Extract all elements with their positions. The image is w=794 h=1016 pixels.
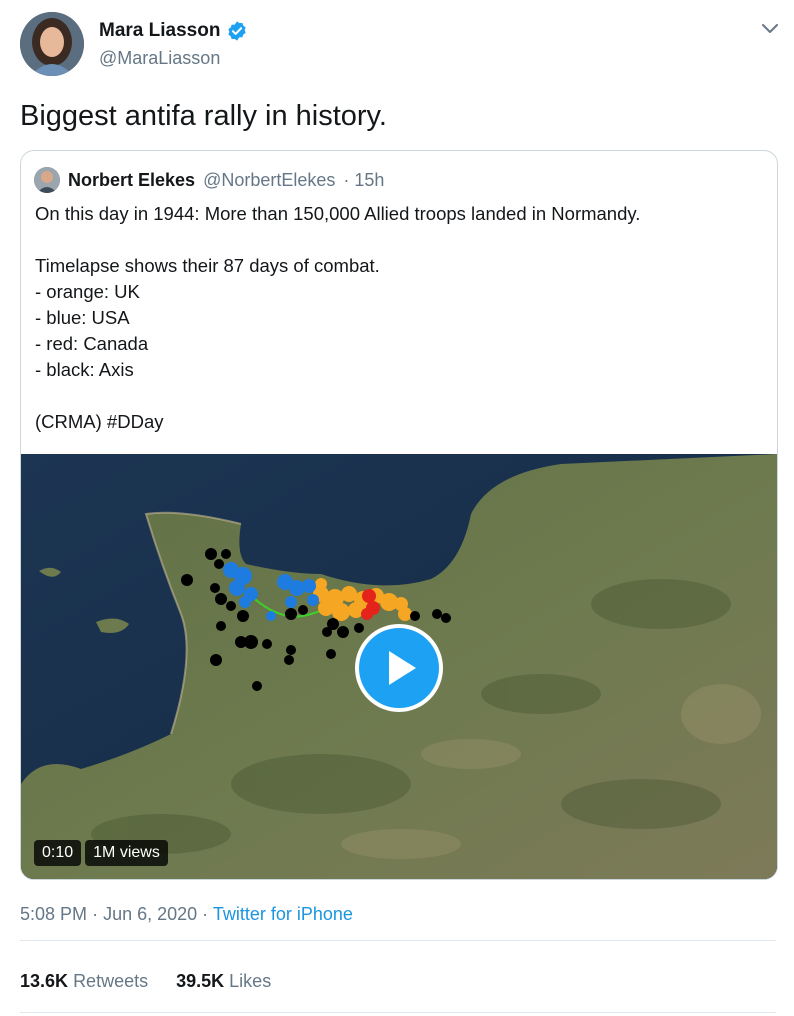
author-name[interactable]: Mara Liasson: [99, 20, 220, 42]
tweet-meta: 5:08 PM · Jun 6, 2020 · Twitter for iPho…: [20, 904, 353, 925]
quoted-tweet-text: On this day in 1944: More than 150,000 A…: [35, 201, 765, 435]
tweet-source-link[interactable]: Twitter for iPhone: [213, 904, 353, 924]
video-duration: 0:10: [34, 840, 82, 866]
quoted-text-line: Timelapse shows their 87 days of combat.: [35, 255, 380, 276]
quoted-text-line: - black: Axis: [35, 359, 134, 380]
author-avatar[interactable]: [20, 12, 84, 76]
author-handle[interactable]: @MaraLiasson: [99, 48, 220, 69]
quoted-author-handle[interactable]: @NorbertElekes: [203, 170, 335, 191]
quoted-tweet[interactable]: Norbert Elekes @NorbertElekes · 15h On t…: [20, 150, 778, 880]
retweets-count: 13.6K: [20, 971, 69, 991]
quoted-text-line: [35, 383, 765, 409]
play-icon: [389, 651, 416, 685]
tweet-time[interactable]: 5:08 PM: [20, 904, 87, 924]
quoted-author-avatar[interactable]: [34, 167, 60, 193]
likes-label: Likes: [229, 971, 272, 991]
tweet-header: Mara Liasson @MaraLiasson: [20, 12, 780, 78]
video-views: 1M views: [85, 840, 168, 866]
video-info: 0:10 1M views: [34, 840, 168, 866]
meta-separator: ·: [202, 904, 209, 924]
quoted-author-name[interactable]: Norbert Elekes: [68, 170, 195, 191]
quoted-tweet-age[interactable]: · 15h: [343, 170, 384, 191]
play-button[interactable]: [355, 624, 443, 712]
quoted-text-line: [35, 227, 765, 253]
quoted-text-line: On this day in 1944: More than 150,000 A…: [35, 203, 641, 224]
divider: [20, 940, 776, 941]
divider: [20, 1012, 776, 1013]
meta-separator: ·: [92, 904, 99, 924]
chevron-down-icon[interactable]: [760, 18, 780, 38]
author-name-row[interactable]: Mara Liasson: [99, 20, 248, 42]
retweets-stat[interactable]: 13.6K Retweets: [20, 971, 148, 992]
tweet-date[interactable]: Jun 6, 2020: [103, 904, 197, 924]
retweets-label: Retweets: [73, 971, 149, 991]
verified-badge-icon: [228, 21, 247, 41]
tweet-stats: 13.6K Retweets 39.5K Likes: [20, 971, 271, 992]
quoted-text-line: - red: Canada: [35, 333, 149, 354]
quoted-text-line: - orange: UK: [35, 281, 140, 302]
quoted-tweet-header: Norbert Elekes @NorbertElekes · 15h: [34, 167, 384, 193]
tweet-text: Biggest antifa rally in history.: [20, 100, 387, 132]
video-player[interactable]: 0:10 1M views: [21, 454, 777, 879]
quoted-text-line: (CRMA) #DDay: [35, 411, 164, 432]
quoted-text-line: - blue: USA: [35, 307, 130, 328]
likes-count: 39.5K: [176, 971, 225, 991]
likes-stat[interactable]: 39.5K Likes: [176, 971, 271, 992]
